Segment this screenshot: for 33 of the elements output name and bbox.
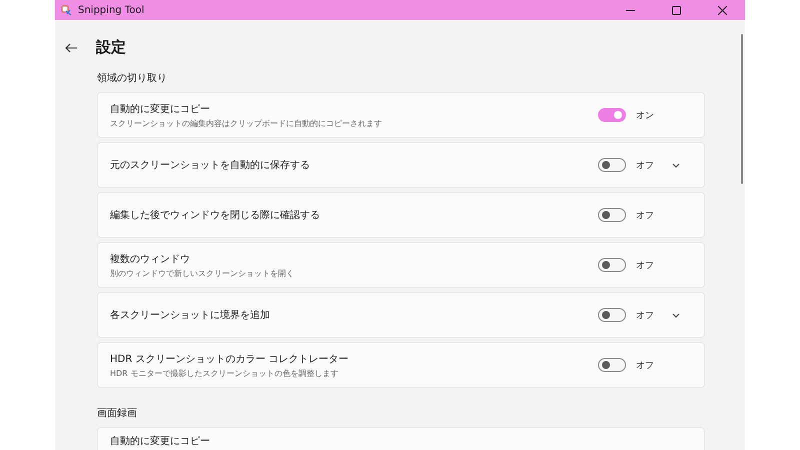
- setting-title: 各スクリーンショットに境界を追加: [110, 308, 270, 322]
- section-title: 画面録画: [97, 407, 137, 420]
- setting-description: 別のウィンドウで新しいスクリーンショットを開く: [110, 268, 294, 278]
- toggle-switch[interactable]: [598, 158, 626, 172]
- setting-title: 編集した後でウィンドウを閉じる際に確認する: [110, 208, 320, 222]
- toggle-state-label: オフ: [636, 310, 655, 322]
- toggle-state-label: オフ: [636, 160, 655, 172]
- toggle-switch[interactable]: [598, 258, 626, 272]
- page-title: 設定: [96, 38, 126, 57]
- chevron-down-icon[interactable]: [672, 312, 680, 318]
- back-arrow-icon[interactable]: [65, 42, 78, 52]
- toggle-switch[interactable]: [598, 358, 626, 372]
- toggle-switch[interactable]: [598, 208, 626, 222]
- toggle-state-label: オフ: [636, 360, 655, 372]
- toggle-switch[interactable]: [598, 108, 626, 122]
- window-title: Snipping Tool: [78, 4, 144, 16]
- scrollbar[interactable]: [741, 34, 743, 184]
- chevron-down-icon[interactable]: [672, 162, 680, 168]
- section-title: 領域の切り取り: [97, 72, 167, 85]
- toggle-state-label: オフ: [636, 260, 655, 272]
- maximize-icon: [672, 6, 680, 14]
- app-icon: [61, 4, 72, 16]
- setting-title: HDR スクリーンショットのカラー コレクトレーター: [110, 352, 349, 366]
- setting-title: 複数のウィンドウ: [110, 252, 190, 266]
- toggle-state-label: オフ: [636, 210, 655, 222]
- setting-title: 自動的に変更にコピー: [110, 434, 210, 448]
- toggle-state-label: オン: [636, 110, 655, 122]
- setting-description: HDR モニターで撮影したスクリーンショットの色を調整します: [110, 368, 338, 378]
- setting-title: 自動的に変更にコピー: [110, 102, 210, 116]
- toggle-switch[interactable]: [598, 308, 626, 322]
- setting-title: 元のスクリーンショットを自動的に保存する: [110, 159, 310, 172]
- close-icon: [718, 6, 726, 14]
- setting-description: スクリーンショットの編集内容はクリップボードに自動的にコピーされます: [110, 118, 382, 128]
